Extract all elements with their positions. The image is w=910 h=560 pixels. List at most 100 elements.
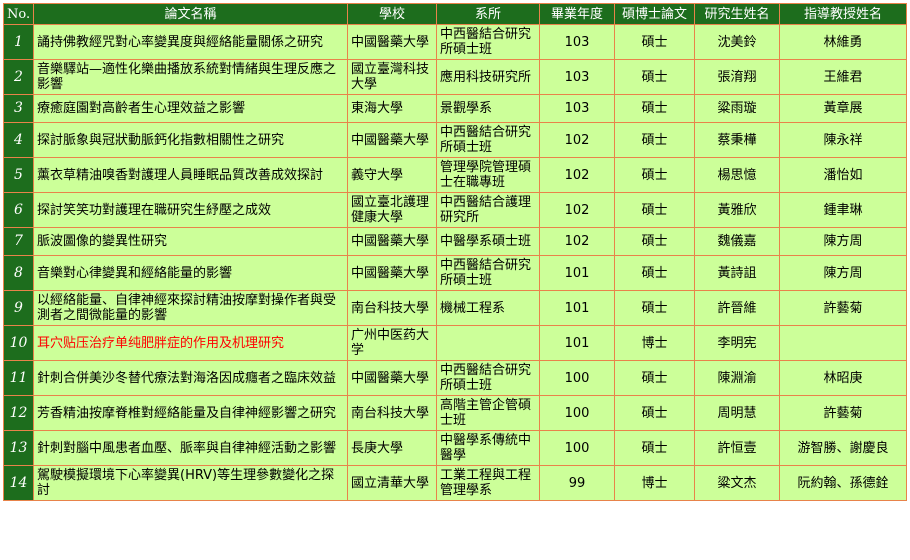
- department: 應用科技研究所: [436, 59, 540, 95]
- header-student: 研究生姓名: [694, 3, 780, 25]
- student-name: 張淯翔: [694, 59, 780, 95]
- thesis-title: 探討笑笑功對護理在職研究生紓壓之成效: [33, 192, 348, 228]
- school: 國立臺北護理健康大學: [347, 192, 437, 228]
- degree: 碩士: [614, 24, 695, 60]
- thesis-title: 芳香精油按摩脊椎對經絡能量及自律神經影響之研究: [33, 395, 348, 431]
- department: 管理學院管理碩士在職專班: [436, 157, 540, 193]
- table-row: 5 薰衣草精油嗅香對護理人員睡眠品質改善成效探討 義守大學 管理學院管理碩士在職專班 1…: [3, 157, 907, 193]
- row-number: 14: [3, 465, 34, 501]
- table-row: 8 音樂對心律變異和經絡能量的影響 中國醫藥大學 中西醫結合研究所碩士班 101 碩士 黃詩…: [3, 255, 907, 291]
- school: 南台科技大學: [347, 395, 437, 431]
- department: [436, 325, 540, 361]
- row-number: 2: [3, 59, 34, 95]
- row-number: 10: [3, 325, 34, 361]
- degree: 碩士: [614, 290, 695, 326]
- school: 中國醫藥大學: [347, 255, 437, 291]
- student-name: 黃詩詛: [694, 255, 780, 291]
- graduation-year: 102: [539, 122, 615, 158]
- advisor-name: 鍾聿琳: [779, 192, 907, 228]
- row-number: 13: [3, 430, 34, 466]
- school: 广州中医药大学: [347, 325, 437, 361]
- department: 中西醫結合研究所碩士班: [436, 24, 540, 60]
- row-number: 4: [3, 122, 34, 158]
- table-row: 6 探討笑笑功對護理在職研究生紓壓之成效 國立臺北護理健康大學 中西醫結合護理研究所 1…: [3, 192, 907, 228]
- degree: 博士: [614, 325, 695, 361]
- thesis-title: 以經絡能量、自律神經來探討精油按摩對操作者與受測者之間微能量的影響: [33, 290, 348, 326]
- advisor-name: 陳永祥: [779, 122, 907, 158]
- graduation-year: 101: [539, 325, 615, 361]
- table-row: 13 針刺對腦中風患者血壓、脈率與自律神經活動之影響 長庚大學 中醫學系傳統中醫學 10…: [3, 430, 907, 466]
- thesis-title: 薰衣草精油嗅香對護理人員睡眠品質改善成效探討: [33, 157, 348, 193]
- table-header-row: No. 論文名稱 學校 系所 畢業年度 碩博士論文 研究生姓名 指導教授姓名: [3, 3, 907, 25]
- table-row: 2 音樂驛站—適性化樂曲播放系統對情緒與生理反應之影響 國立臺灣科技大學 應用科技研究…: [3, 59, 907, 95]
- student-name: 黃雅欣: [694, 192, 780, 228]
- degree: 碩士: [614, 395, 695, 431]
- degree: 碩士: [614, 157, 695, 193]
- table-row: 3 療癒庭園對高齡者生心理效益之影響 東海大學 景觀學系 103 碩士 粱雨璇 黃章展: [3, 94, 907, 123]
- thesis-title: 針刺合併美沙冬替代療法對海洛因成癮者之臨床效益: [33, 360, 348, 396]
- department: 中西醫結合研究所碩士班: [436, 255, 540, 291]
- thesis-title: 針刺對腦中風患者血壓、脈率與自律神經活動之影響: [33, 430, 348, 466]
- row-number: 8: [3, 255, 34, 291]
- row-number: 11: [3, 360, 34, 396]
- thesis-title: 音樂對心律變異和經絡能量的影響: [33, 255, 348, 291]
- school: 長庚大學: [347, 430, 437, 466]
- student-name: 蔡秉樺: [694, 122, 780, 158]
- advisor-name: 林維勇: [779, 24, 907, 60]
- table-row: 9 以經絡能量、自律神經來探討精油按摩對操作者與受測者之間微能量的影響 南台科技大學…: [3, 290, 907, 326]
- degree: 碩士: [614, 255, 695, 291]
- graduation-year: 100: [539, 430, 615, 466]
- department: 高階主管企管碩士班: [436, 395, 540, 431]
- header-dept: 系所: [436, 3, 540, 25]
- department: 中醫學系傳統中醫學: [436, 430, 540, 466]
- department: 中西醫結合研究所碩士班: [436, 122, 540, 158]
- student-name: 粱雨璇: [694, 94, 780, 123]
- thesis-table: No. 論文名稱 學校 系所 畢業年度 碩博士論文 研究生姓名 指導教授姓名 1…: [3, 3, 907, 501]
- student-name: 周明慧: [694, 395, 780, 431]
- advisor-name: 許藝菊: [779, 290, 907, 326]
- advisor-name: 林昭庚: [779, 360, 907, 396]
- table-row: 11 針刺合併美沙冬替代療法對海洛因成癮者之臨床效益 中國醫藥大學 中西醫結合研究所碩…: [3, 360, 907, 396]
- department: 中醫學系碩士班: [436, 227, 540, 256]
- row-number: 3: [3, 94, 34, 123]
- table-body: 1 誦持佛教經咒對心率變異度與經絡能量關係之研究 中國醫藥大學 中西醫結合研究所碩士班…: [3, 24, 907, 501]
- table-row: 1 誦持佛教經咒對心率變異度與經絡能量關係之研究 中國醫藥大學 中西醫結合研究所碩士班…: [3, 24, 907, 60]
- graduation-year: 101: [539, 255, 615, 291]
- department: 景觀學系: [436, 94, 540, 123]
- header-year: 畢業年度: [539, 3, 615, 25]
- school: 國立清華大學: [347, 465, 437, 501]
- school: 國立臺灣科技大學: [347, 59, 437, 95]
- graduation-year: 99: [539, 465, 615, 501]
- graduation-year: 103: [539, 59, 615, 95]
- degree: 碩士: [614, 360, 695, 396]
- graduation-year: 102: [539, 157, 615, 193]
- row-number: 5: [3, 157, 34, 193]
- table-row: 14 駕駛模擬環境下心率變異(HRV)等生理參數變化之探討 國立清華大學 工業工程與工…: [3, 465, 907, 501]
- header-no: No.: [3, 3, 34, 25]
- school: 中國醫藥大學: [347, 122, 437, 158]
- header-advisor: 指導教授姓名: [779, 3, 907, 25]
- department: 工業工程與工程管理學系: [436, 465, 540, 501]
- student-name: 許恒壹: [694, 430, 780, 466]
- row-number: 1: [3, 24, 34, 60]
- degree: 碩士: [614, 59, 695, 95]
- thesis-title: 誦持佛教經咒對心率變異度與經絡能量關係之研究: [33, 24, 348, 60]
- graduation-year: 100: [539, 360, 615, 396]
- header-school: 學校: [347, 3, 437, 25]
- degree: 碩士: [614, 122, 695, 158]
- thesis-title: 耳穴贴压治疗单纯肥胖症的作用及机理研究: [33, 325, 348, 361]
- school: 中國醫藥大學: [347, 360, 437, 396]
- graduation-year: 101: [539, 290, 615, 326]
- student-name: 沈美鈴: [694, 24, 780, 60]
- row-number: 12: [3, 395, 34, 431]
- school: 義守大學: [347, 157, 437, 193]
- thesis-title: 音樂驛站—適性化樂曲播放系統對情緒與生理反應之影響: [33, 59, 348, 95]
- department: 中西醫結合研究所碩士班: [436, 360, 540, 396]
- row-number: 6: [3, 192, 34, 228]
- thesis-title: 駕駛模擬環境下心率變異(HRV)等生理參數變化之探討: [33, 465, 348, 501]
- thesis-title: 療癒庭園對高齡者生心理效益之影響: [33, 94, 348, 123]
- advisor-name: 王維君: [779, 59, 907, 95]
- school: 中國醫藥大學: [347, 227, 437, 256]
- row-number: 9: [3, 290, 34, 326]
- header-title: 論文名稱: [33, 3, 348, 25]
